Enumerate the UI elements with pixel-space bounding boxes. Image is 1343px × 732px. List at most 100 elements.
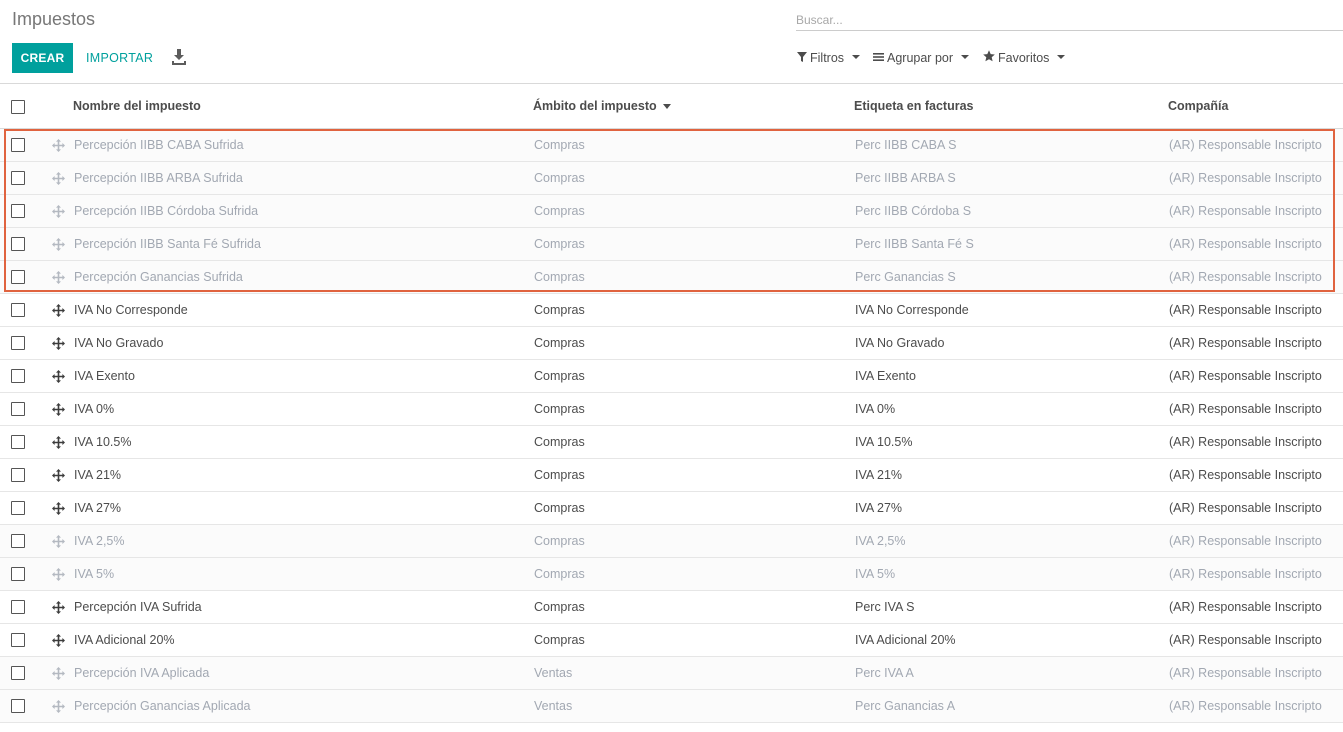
drag-handle-icon[interactable]	[52, 601, 65, 614]
table-row[interactable]: IVA 5% Compras IVA 5% (AR) Responsable Insc…	[0, 558, 1343, 591]
drag-handle-icon[interactable]	[52, 238, 65, 251]
column-header-name[interactable]: Nombre del impuesto	[73, 99, 201, 113]
cell-tax-name: IVA Adicional 20%	[74, 633, 175, 647]
row-checkbox[interactable]	[11, 138, 25, 152]
cell-tax-scope: Compras	[534, 501, 585, 515]
drag-handle-icon[interactable]	[52, 535, 65, 548]
row-checkbox[interactable]	[11, 501, 25, 515]
cell-tax-scope: Compras	[534, 600, 585, 614]
cell-tax-scope: Compras	[534, 567, 585, 581]
cell-tax-scope: Compras	[534, 402, 585, 416]
row-checkbox[interactable]	[11, 204, 25, 218]
control-panel: Impuestos CREAR IMPORTAR Filtros Agrupar…	[0, 0, 1343, 84]
row-checkbox[interactable]	[11, 666, 25, 680]
table-row[interactable]: IVA 10.5% Compras IVA 10.5% (AR) Responsabl…	[0, 426, 1343, 459]
cell-tax-scope: Compras	[534, 534, 585, 548]
cell-company: (AR) Responsable Inscripto	[1169, 171, 1322, 185]
import-button[interactable]: IMPORTAR	[86, 43, 153, 73]
chevron-down-icon	[1057, 54, 1066, 59]
drag-handle-icon[interactable]	[52, 205, 65, 218]
column-header-label[interactable]: Etiqueta en facturas	[854, 99, 973, 113]
drag-handle-icon[interactable]	[52, 172, 65, 185]
cell-tax-name: IVA 27%	[74, 501, 122, 515]
drag-handle-icon[interactable]	[52, 139, 65, 152]
cell-invoice-label: IVA 0%	[855, 402, 896, 416]
select-all-checkbox[interactable]	[11, 100, 25, 114]
column-header-scope[interactable]: Ámbito del impuesto	[533, 99, 671, 113]
drag-handle-icon[interactable]	[52, 271, 65, 284]
search-input[interactable]	[796, 10, 1343, 30]
table-row[interactable]: IVA 0% Compras IVA 0% (AR) Responsable Insc…	[0, 393, 1343, 426]
row-checkbox[interactable]	[11, 303, 25, 317]
search-bar[interactable]	[796, 10, 1343, 31]
drag-handle-icon[interactable]	[52, 634, 65, 647]
row-checkbox[interactable]	[11, 270, 25, 284]
cell-company: (AR) Responsable Inscripto	[1169, 633, 1322, 647]
table-row[interactable]: IVA 2,5% Compras IVA 2,5% (AR) Responsable …	[0, 525, 1343, 558]
row-checkbox[interactable]	[11, 600, 25, 614]
table-row[interactable]: Percepción Ganancias Aplicada Ventas Perc …	[0, 690, 1343, 723]
drag-handle-icon[interactable]	[52, 337, 65, 350]
group-by-dropdown[interactable]: Agrupar por	[873, 49, 970, 67]
cell-invoice-label: Perc IIBB CABA S	[855, 138, 957, 152]
row-checkbox[interactable]	[11, 567, 25, 581]
row-checkbox[interactable]	[11, 369, 25, 383]
row-checkbox[interactable]	[11, 468, 25, 482]
table-header: Nombre del impuesto Ámbito del impuesto …	[0, 84, 1343, 129]
table-row[interactable]: Percepción IVA Aplicada Ventas Perc IVA A (…	[0, 657, 1343, 690]
table-row[interactable]: IVA Exento Compras IVA Exento (AR) Responsa…	[0, 360, 1343, 393]
table-row[interactable]: Percepción IIBB ARBA Sufrida Compras Perc …	[0, 162, 1343, 195]
drag-handle-icon[interactable]	[52, 469, 65, 482]
drag-handle-icon[interactable]	[52, 502, 65, 515]
drag-handle-icon[interactable]	[52, 436, 65, 449]
table-row[interactable]: IVA No Corresponde Compras IVA No Correspo…	[0, 294, 1343, 327]
row-checkbox[interactable]	[11, 171, 25, 185]
column-header-name-label: Nombre del impuesto	[73, 99, 201, 113]
cell-tax-name: Percepción IIBB Córdoba Sufrida	[74, 204, 259, 218]
cell-company: (AR) Responsable Inscripto	[1169, 303, 1322, 317]
cell-tax-name: IVA 5%	[74, 567, 115, 581]
table-row[interactable]: Percepción IIBB Córdoba Sufrida Compras Pe…	[0, 195, 1343, 228]
table-row[interactable]: Percepción IIBB CABA Sufrida Compras Perc …	[0, 129, 1343, 162]
cell-company: (AR) Responsable Inscripto	[1169, 699, 1322, 713]
cell-company: (AR) Responsable Inscripto	[1169, 468, 1322, 482]
drag-handle-icon[interactable]	[52, 304, 65, 317]
cell-tax-scope: Ventas	[534, 666, 573, 680]
drag-handle-icon[interactable]	[52, 667, 65, 680]
table-row[interactable]: IVA 27% Compras IVA 27% (AR) Responsable In…	[0, 492, 1343, 525]
row-checkbox[interactable]	[11, 534, 25, 548]
cell-invoice-label: IVA 2,5%	[855, 534, 906, 548]
drag-handle-icon[interactable]	[52, 568, 65, 581]
cell-company: (AR) Responsable Inscripto	[1169, 369, 1322, 383]
table-row[interactable]: IVA No Gravado Compras IVA No Gravado (AR) …	[0, 327, 1343, 360]
row-checkbox[interactable]	[11, 435, 25, 449]
download-icon[interactable]	[172, 49, 186, 65]
cell-tax-scope: Compras	[534, 270, 585, 284]
table-row[interactable]: IVA 21% Compras IVA 21% (AR) Responsable In…	[0, 459, 1343, 492]
drag-handle-icon[interactable]	[52, 370, 65, 383]
create-button[interactable]: CREAR	[12, 43, 73, 73]
cell-invoice-label: IVA 10.5%	[855, 435, 913, 449]
row-checkbox[interactable]	[11, 699, 25, 713]
column-header-company[interactable]: Compañía	[1168, 99, 1228, 113]
filters-dropdown[interactable]: Filtros	[797, 49, 861, 67]
table-row[interactable]: Percepción Ganancias Sufrida Compras Perc …	[0, 261, 1343, 294]
table-body: Percepción IIBB CABA Sufrida Compras Perc …	[0, 129, 1343, 723]
table-row[interactable]: IVA Adicional 20% Compras IVA Adicional 20…	[0, 624, 1343, 657]
row-checkbox[interactable]	[11, 402, 25, 416]
drag-handle-icon[interactable]	[52, 700, 65, 713]
favorites-dropdown[interactable]: Favoritos	[983, 49, 1066, 67]
drag-handle-icon[interactable]	[52, 403, 65, 416]
row-checkbox[interactable]	[11, 336, 25, 350]
table-row[interactable]: Percepción IIBB Santa Fé Sufrida Compras P…	[0, 228, 1343, 261]
funnel-icon	[797, 49, 807, 67]
cell-invoice-label: Perc IIBB ARBA S	[855, 171, 956, 185]
table-row[interactable]: Percepción IVA Sufrida Compras Perc IVA S (…	[0, 591, 1343, 624]
cell-invoice-label: Perc IIBB Córdoba S	[855, 204, 972, 218]
cell-invoice-label: IVA 27%	[855, 501, 903, 515]
row-checkbox[interactable]	[11, 633, 25, 647]
cell-tax-scope: Compras	[534, 468, 585, 482]
row-checkbox[interactable]	[11, 237, 25, 251]
page-title[interactable]: Impuestos	[12, 9, 95, 30]
cell-tax-scope: Compras	[534, 204, 585, 218]
